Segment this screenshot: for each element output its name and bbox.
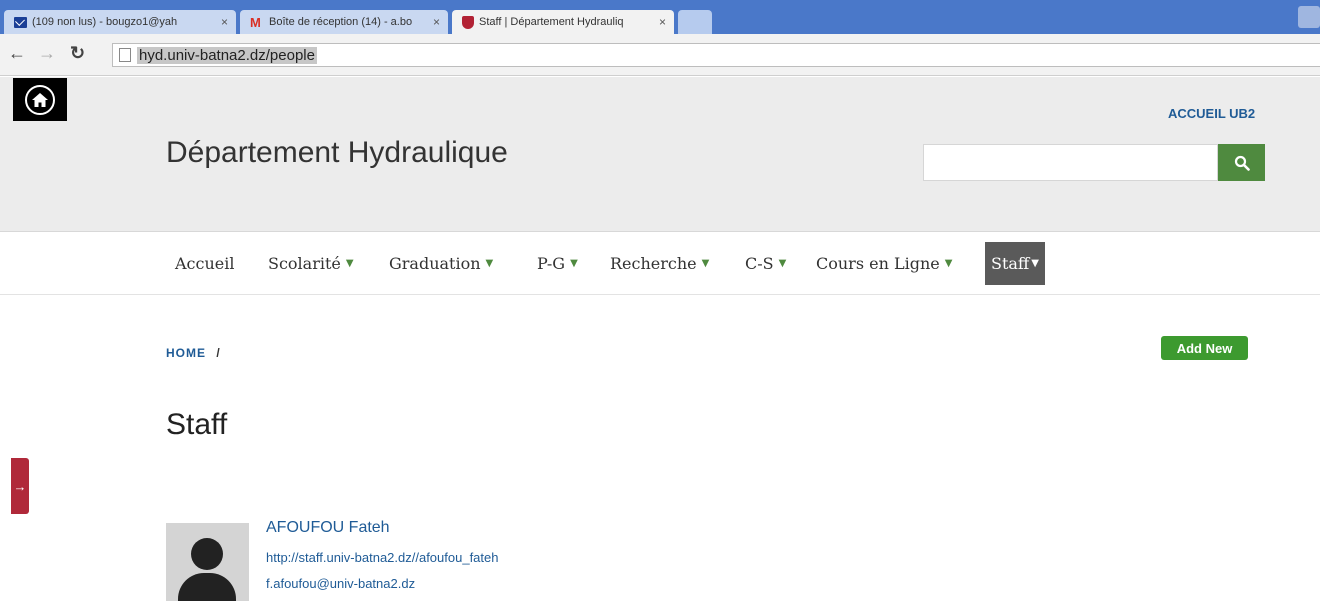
browser-toolbar: ← → ↻ hyd.univ-batna2.dz/people: [0, 34, 1320, 76]
main-navigation: Accueil Scolarité ▼ Graduation ▼ P-G ▼ R…: [0, 231, 1320, 295]
browser-tab-title: (109 non lus) - bougzo1@yah: [32, 16, 178, 28]
chevron-down-icon: ▼: [1031, 258, 1039, 269]
search-icon: [1234, 155, 1250, 171]
back-arrow-icon[interactable]: ←: [8, 43, 26, 63]
chevron-down-icon: ▼: [345, 258, 354, 269]
reload-icon[interactable]: ↻: [70, 43, 85, 63]
browser-tab-title: Boîte de réception (14) - a.bo: [269, 16, 413, 28]
person-silhouette-body: [178, 573, 236, 601]
breadcrumb-home-link[interactable]: HOME: [166, 346, 206, 360]
nav-item-recherche[interactable]: Recherche ▼: [607, 242, 712, 285]
breadcrumb: HOME /: [166, 346, 221, 360]
browser-tab-strip: (109 non lus) - bougzo1@yah × M Boîte de…: [0, 0, 1320, 34]
tab-close-icon[interactable]: ×: [433, 15, 440, 29]
browser-tab-title: Staff | Département Hydrauliq: [479, 16, 624, 28]
page-icon: [119, 48, 131, 62]
chevron-down-icon: ▼: [485, 258, 494, 269]
staff-email-link[interactable]: f.afoufou@univ-batna2.dz: [266, 576, 415, 591]
address-bar[interactable]: hyd.univ-batna2.dz/people: [112, 43, 1320, 67]
arrow-right-icon: →: [13, 478, 27, 494]
gmail-icon: M: [250, 14, 261, 30]
nav-item-label: Graduation: [389, 254, 481, 273]
nav-item-label: Accueil: [175, 254, 235, 273]
tab-close-icon[interactable]: ×: [221, 15, 228, 29]
nav-item-label: Recherche: [610, 254, 697, 273]
browser-tab-mail[interactable]: (109 non lus) - bougzo1@yah ×: [4, 10, 236, 34]
nav-item-cours-en-ligne[interactable]: Cours en Ligne ▼: [813, 242, 955, 285]
chevron-down-icon: ▼: [570, 258, 578, 269]
search-input[interactable]: [923, 144, 1218, 181]
chevron-down-icon: ▼: [944, 258, 953, 269]
search-button[interactable]: [1218, 144, 1265, 181]
nav-item-label: Cours en Ligne: [816, 254, 940, 273]
nav-item-graduation[interactable]: Graduation ▼: [386, 242, 496, 285]
home-icon: [25, 84, 55, 115]
add-new-button[interactable]: Add New: [1161, 336, 1248, 360]
nav-item-accueil[interactable]: Accueil: [172, 242, 237, 285]
home-button[interactable]: [13, 78, 67, 121]
nav-item-staff[interactable]: Staff ▼: [985, 242, 1045, 285]
browser-tab-gmail[interactable]: M Boîte de réception (14) - a.bo ×: [240, 10, 448, 34]
nav-item-cs[interactable]: C-S ▼: [742, 242, 789, 285]
chevron-down-icon: ▼: [778, 258, 787, 269]
browser-tab-staff[interactable]: Staff | Département Hydrauliq ×: [452, 10, 674, 34]
person-silhouette-icon: [191, 538, 223, 570]
nav-item-scolarite[interactable]: Scolarité ▼: [265, 242, 357, 285]
window-control-button[interactable]: [1298, 6, 1320, 28]
nav-item-label: P-G: [537, 254, 566, 273]
side-panel-toggle[interactable]: →: [11, 458, 29, 514]
tab-close-icon[interactable]: ×: [659, 15, 666, 29]
site-title[interactable]: Département Hydraulique: [166, 136, 508, 170]
mail-icon: [14, 16, 27, 28]
forward-arrow-icon[interactable]: →: [38, 43, 56, 63]
accueil-ub2-link[interactable]: ACCUEIL UB2: [1168, 106, 1255, 121]
breadcrumb-separator: /: [216, 346, 221, 360]
avatar[interactable]: [166, 523, 249, 601]
new-tab-button[interactable]: [678, 10, 712, 34]
staff-url-link[interactable]: http://staff.univ-batna2.dz//afoufou_fat…: [266, 550, 498, 565]
nav-item-label: C-S: [745, 254, 774, 273]
shield-icon: [462, 15, 474, 29]
chevron-down-icon: ▼: [701, 258, 710, 269]
staff-name-link[interactable]: AFOUFOU Fateh: [266, 519, 390, 537]
url-text[interactable]: hyd.univ-batna2.dz/people: [137, 46, 317, 64]
nav-item-label: Staff: [991, 254, 1030, 273]
nav-item-pg[interactable]: P-G ▼: [534, 242, 581, 285]
nav-item-label: Scolarité: [268, 254, 341, 273]
page-title: Staff: [166, 408, 228, 441]
